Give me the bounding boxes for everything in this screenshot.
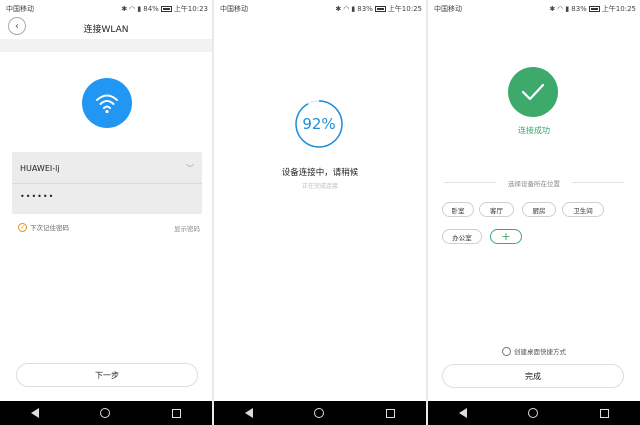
status-bar: 中国移动 ✱ ◠ ▮ 83% 上午10:25: [428, 0, 640, 17]
field-divider: [12, 183, 202, 184]
room-option-office[interactable]: 办公室: [442, 229, 482, 244]
clock: 上午10:25: [601, 5, 636, 13]
room-option-bathroom[interactable]: 卫生间: [562, 202, 604, 217]
remember-password-label: 下次记住密码: [30, 224, 69, 232]
nav-back-icon[interactable]: [244, 408, 253, 418]
location-title: 选择设备所在位置: [508, 180, 560, 188]
bluetooth-icon: ✱: [549, 5, 556, 13]
system-nav-bar: [214, 401, 426, 425]
nav-recent-icon[interactable]: [600, 408, 610, 418]
nav-home-icon[interactable]: [314, 408, 325, 418]
wifi-signal-icon: ◠: [557, 5, 564, 13]
nav-home-icon[interactable]: [528, 408, 539, 418]
status-icons: ✱ ◠ ▮ 83% 上午10:25: [549, 4, 636, 14]
battery-percent: 83%: [357, 5, 373, 13]
system-nav-bar: [0, 401, 212, 425]
bluetooth-icon: ✱: [121, 5, 128, 13]
nav-back-icon[interactable]: [30, 408, 39, 418]
clock: 上午10:23: [173, 5, 208, 13]
nav-recent-icon[interactable]: [172, 408, 182, 418]
wifi-setup-screen: 中国移动 ✱ ◠ ▮ 84% 上午10:23 ‹ 连接WLAN HUAWEI-l…: [0, 0, 212, 425]
password-field[interactable]: ••••••: [20, 192, 54, 201]
carrier-label: 中国移动: [434, 5, 462, 13]
page-title: 连接WLAN: [83, 25, 129, 35]
battery-percent: 84%: [143, 5, 159, 13]
cell-signal-icon: ▮: [565, 5, 570, 13]
wifi-credentials-form: HUAWEI-lj ﹀ ••••••: [12, 152, 202, 214]
nav-home-icon[interactable]: [100, 408, 111, 418]
connecting-screen: 中国移动 ✱ ◠ ▮ 83% 上午10:25 92% 设备连接中，请稍候 正在完…: [214, 0, 426, 425]
ssid-field[interactable]: HUAWEI-lj: [20, 164, 60, 173]
checkmark-icon[interactable]: ✓: [18, 222, 27, 232]
status-bar: 中国移动 ✱ ◠ ▮ 83% 上午10:25: [214, 0, 426, 17]
next-button[interactable]: 下一步: [16, 363, 198, 387]
create-shortcut-label: 创建桌面快捷方式: [514, 348, 566, 356]
bluetooth-icon: ✱: [335, 5, 342, 13]
wifi-icon: [82, 78, 132, 128]
done-button[interactable]: 完成: [442, 364, 624, 388]
carrier-label: 中国移动: [6, 5, 34, 13]
success-message: 连接成功: [518, 126, 550, 135]
show-password-link[interactable]: 显示密码: [174, 223, 200, 233]
plus-icon: +: [501, 230, 511, 243]
progress-percent: 92%: [302, 115, 336, 133]
create-shortcut-option[interactable]: 创建桌面快捷方式: [428, 346, 640, 356]
success-screen: 中国移动 ✱ ◠ ▮ 83% 上午10:25 连接成功 选择设备所在位置 卧室 …: [428, 0, 640, 425]
room-option-bedroom[interactable]: 卧室: [442, 202, 474, 217]
cell-signal-icon: ▮: [137, 5, 142, 13]
status-icons: ✱ ◠ ▮ 83% 上午10:25: [335, 4, 422, 14]
connecting-message: 设备连接中，请稍候: [281, 168, 359, 178]
room-option-living-room[interactable]: 客厅: [479, 202, 514, 217]
connecting-subtext: 正在完成连接: [301, 183, 338, 190]
progress-ring: 92%: [294, 99, 344, 149]
carrier-label: 中国移动: [220, 5, 248, 13]
nav-recent-icon[interactable]: [386, 408, 396, 418]
add-room-button[interactable]: +: [490, 229, 522, 244]
room-option-kitchen[interactable]: 厨房: [522, 202, 556, 217]
header-divider-strip: [0, 39, 212, 52]
nav-back-icon[interactable]: [458, 408, 467, 418]
system-nav-bar: [428, 401, 640, 425]
success-check-icon: [508, 67, 558, 117]
wifi-signal-icon: ◠: [343, 5, 350, 13]
cell-signal-icon: ▮: [351, 5, 356, 13]
clock: 上午10:25: [387, 5, 422, 13]
radio-icon[interactable]: [502, 346, 511, 356]
wifi-signal-icon: ◠: [129, 5, 136, 13]
remember-password-toggle[interactable]: ✓ 下次记住密码: [18, 222, 69, 232]
battery-icon: [160, 6, 172, 12]
status-icons: ✱ ◠ ▮ 84% 上午10:23: [121, 4, 208, 14]
battery-icon: [588, 6, 600, 12]
chevron-down-icon[interactable]: ﹀: [186, 163, 194, 174]
battery-icon: [374, 6, 386, 12]
status-bar: 中国移动 ✱ ◠ ▮ 84% 上午10:23: [0, 0, 212, 17]
battery-percent: 83%: [571, 5, 587, 13]
